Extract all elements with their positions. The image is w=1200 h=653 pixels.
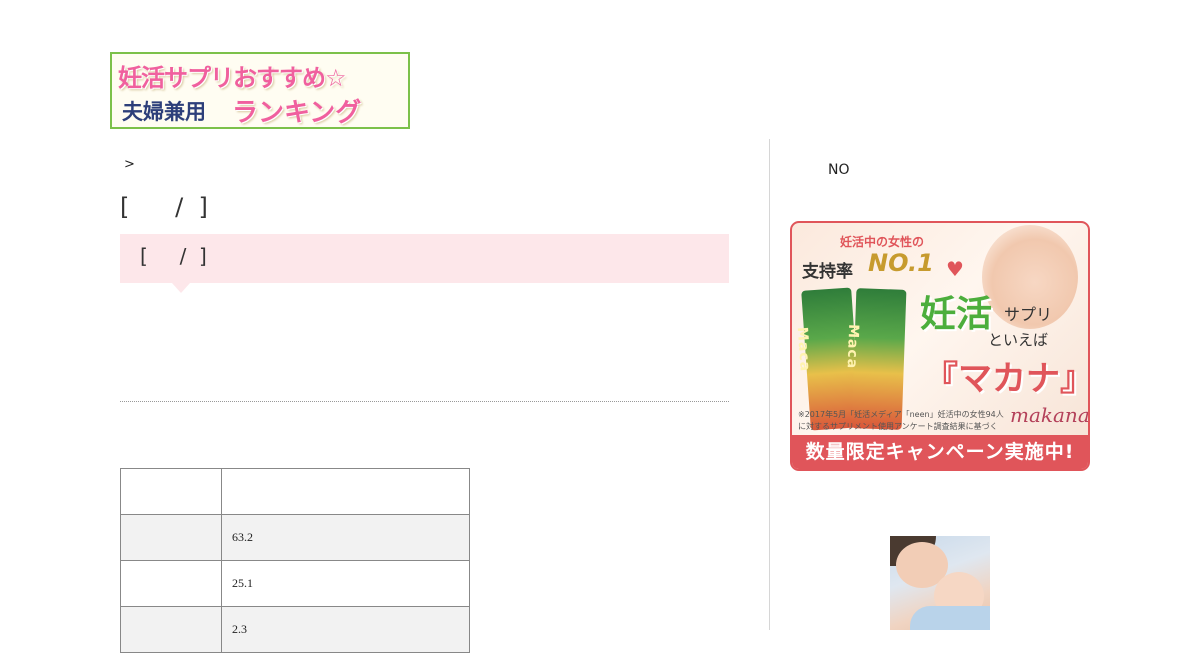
banner-rate-label: 支持率 <box>802 262 853 282</box>
banner-supuri: サプリ <box>1004 305 1053 324</box>
table-cell-label <box>120 468 222 515</box>
table-row <box>120 468 470 515</box>
heart-icon: ♥ <box>946 257 964 281</box>
table-cell-label <box>120 560 222 607</box>
callout-arrow <box>172 283 190 293</box>
dotted-divider <box>120 401 729 402</box>
banner-ninkatsu: 妊活 <box>920 294 993 335</box>
callout-box: [ / ] <box>120 234 729 293</box>
sidebar-heading: NO <box>828 162 850 178</box>
mother-baby-thumbnail[interactable] <box>890 536 990 630</box>
breadcrumb-separator: > <box>124 157 135 172</box>
banner-product-name: 『マカナ』 <box>924 359 1090 399</box>
table-cell-value: 63.2 <box>221 514 470 561</box>
banner-footnote: ※2017年5月「妊活メディア「neen」妊活中の女性94人に対するサプリメント… <box>798 410 1004 431</box>
logo-text-ranking: ランキング <box>232 98 362 128</box>
logo-text-couple: 夫婦兼用 <box>122 100 206 124</box>
table-cell-value: 25.1 <box>221 560 470 607</box>
campaign-button[interactable]: 数量限定キャンペーン実施中! <box>792 435 1088 469</box>
site-logo[interactable]: 妊活サプリおすすめ☆ 夫婦兼用 ランキング <box>110 52 410 129</box>
logo-text-line1: 妊活サプリおすすめ☆ <box>118 64 347 92</box>
banner-ieba: といえば <box>988 331 1049 349</box>
banner-subtitle: 妊活中の女性の <box>840 235 925 249</box>
banner-no1: NO.1 <box>868 249 934 277</box>
banner-brand-logo: makana <box>1010 403 1090 427</box>
table-row: 63.2 <box>120 514 470 561</box>
makana-ad-banner[interactable]: 妊活中の女性の 支持率 NO.1 ♥ Maca Maca 妊活 サプリ といえば… <box>790 221 1090 471</box>
pack-label: Maca <box>843 323 862 370</box>
thumbnail-blanket <box>910 606 990 630</box>
table-cell-label <box>120 514 222 561</box>
table-cell-value <box>221 468 470 515</box>
data-table: 63.2 25.1 2.3 <box>120 468 470 653</box>
sidebar-divider <box>769 139 770 630</box>
callout-text: [ / ] <box>140 244 207 268</box>
breadcrumb: > <box>124 157 135 172</box>
table-row: 25.1 <box>120 560 470 607</box>
page-title: [ / ] <box>120 193 208 221</box>
pack-label: Maca <box>793 326 813 373</box>
